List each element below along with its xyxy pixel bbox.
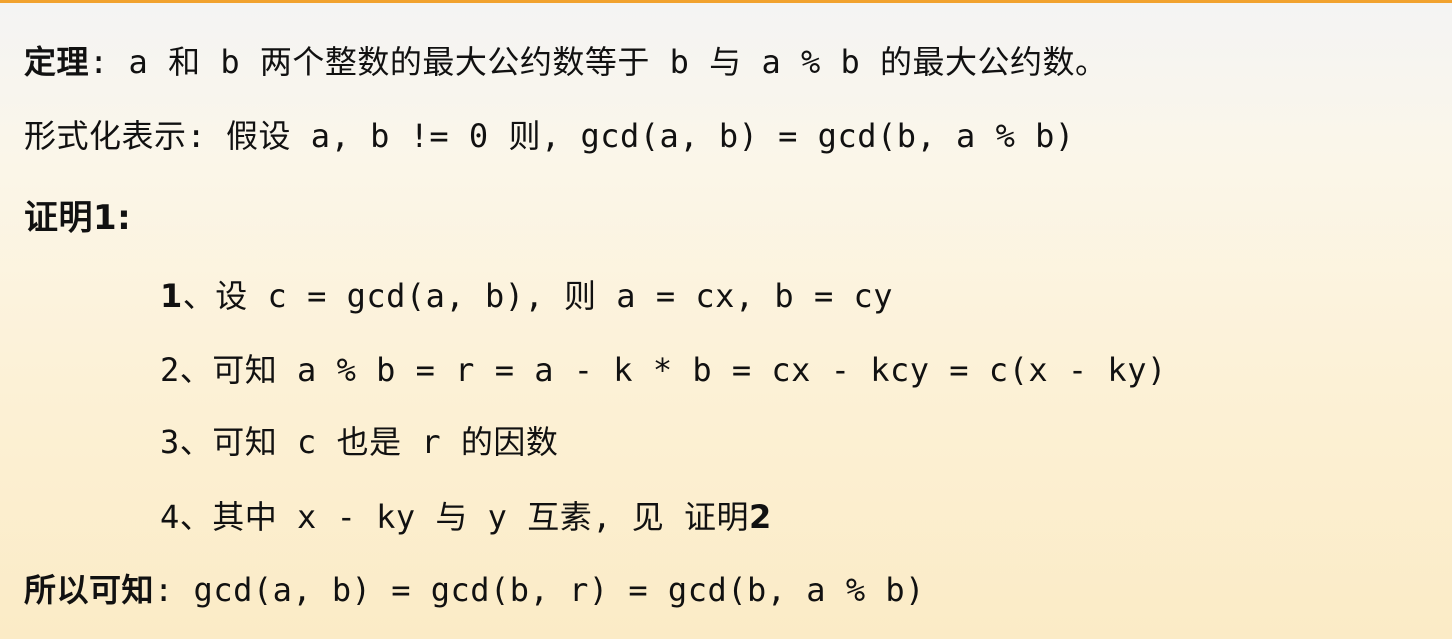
- step-3: 3、可知 c 也是 r 的因数: [160, 422, 558, 462]
- proof-ref: 2: [749, 498, 772, 536]
- theorem-sep: :: [89, 43, 129, 81]
- theorem-text: a 和 b 两个整数的最大公约数等于 b 与 a % b 的最大公约数。: [128, 43, 1108, 81]
- step-1: 1、设 c = gcd(a, b), 则 a = cx, b = cy: [160, 276, 893, 316]
- step-number: 2: [160, 351, 180, 389]
- proof1-heading: 证明1:: [24, 198, 132, 238]
- step-text: 、可知 c 也是 r 的因数: [179, 423, 559, 461]
- step-text: 、可知 a % b = r = a - k * b = cx - kcy = c…: [179, 351, 1167, 389]
- theorem-line: 定理: a 和 b 两个整数的最大公约数等于 b 与 a % b 的最大公约数。: [24, 42, 1108, 82]
- step-number: 4: [160, 498, 180, 536]
- step-number: 1: [160, 277, 183, 315]
- step-number: 3: [160, 423, 180, 461]
- theorem-label: 定理: [24, 43, 90, 81]
- step-2: 2、可知 a % b = r = a - k * b = cx - kcy = …: [160, 350, 1167, 390]
- formal-line: 形式化表示: 假设 a, b != 0 则, gcd(a, b) = gcd(b…: [24, 117, 1075, 155]
- step-4: 4、其中 x - ky 与 y 互素, 见 证明2: [160, 497, 772, 537]
- conclusion-text: : gcd(a, b) = gcd(b, r) = gcd(b, a % b): [154, 571, 925, 609]
- conclusion-line: 所以可知: gcd(a, b) = gcd(b, r) = gcd(b, a %…: [24, 570, 925, 610]
- top-accent-rule: [0, 0, 1452, 3]
- step-text: 、其中 x - ky 与 y 互素, 见 证明: [179, 498, 749, 536]
- step-text: 、设 c = gcd(a, b), 则 a = cx, b = cy: [182, 277, 894, 315]
- conclusion-label: 所以可知: [24, 571, 155, 609]
